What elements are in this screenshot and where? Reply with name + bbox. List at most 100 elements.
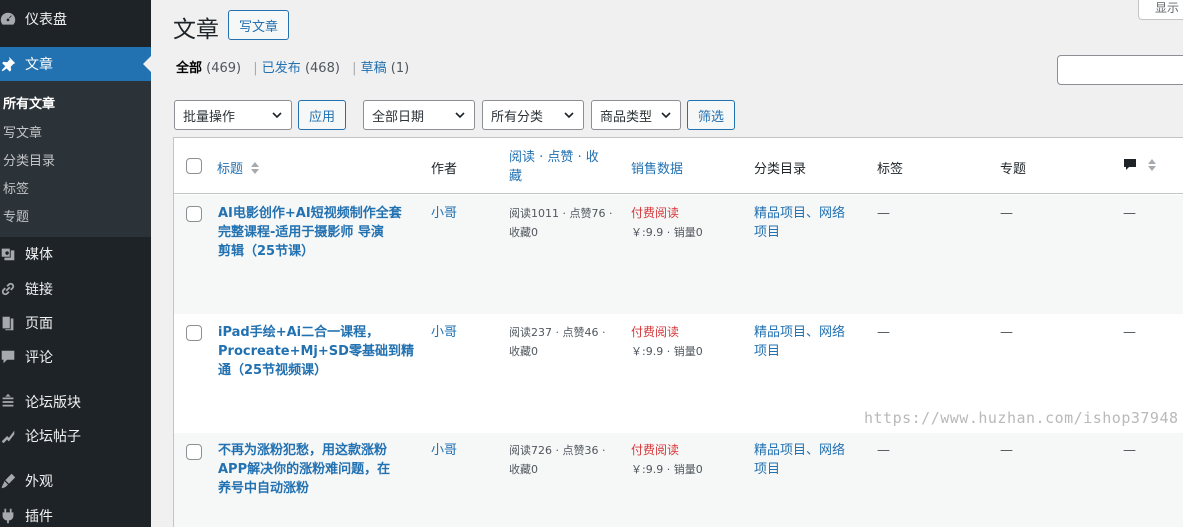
- menu-comments[interactable]: 评论: [0, 340, 151, 374]
- chevron-down-icon: [564, 112, 574, 119]
- column-title[interactable]: 标题: [217, 158, 260, 177]
- table-header: 标题 作者 阅读 · 点赞 · 收 藏 销售数据 分类目录 标签 专题: [174, 138, 1183, 194]
- post-tags: —: [877, 325, 890, 340]
- menu-label: 论坛版块: [25, 395, 81, 411]
- product-type-value: 商品类型: [600, 109, 653, 125]
- post-title-line: Procreate+Mj+SD零基础到精: [218, 344, 414, 359]
- filter-separator: |: [352, 61, 357, 76]
- forum-icon: [0, 392, 18, 412]
- post-sales: 付费阅读 ￥:9.9 · 销量0: [631, 323, 703, 361]
- comment-icon: [1124, 159, 1136, 170]
- post-title-line: 通（25节视频课）: [218, 363, 328, 378]
- filter-published-count: (468): [304, 61, 340, 76]
- row-checkbox[interactable]: [186, 444, 202, 460]
- category-line: 项目: [754, 344, 781, 359]
- menu-label: 论坛帖子: [25, 429, 81, 445]
- post-stats: 阅读726 · 点赞36 · 收藏0: [509, 441, 619, 479]
- date-filter-value: 全部日期: [372, 109, 425, 125]
- appearance-icon: [0, 471, 18, 491]
- filter-separator: |: [253, 61, 258, 76]
- select-all-checkbox[interactable]: [186, 158, 202, 174]
- filter-button[interactable]: 筛选: [687, 100, 735, 130]
- submenu-categories[interactable]: 分类目录: [3, 150, 55, 169]
- post-tags: —: [877, 443, 890, 458]
- paid-read-badge: 付费阅读: [631, 325, 680, 339]
- post-sales: 付费阅读 ￥:9.9 · 销量0: [631, 204, 703, 242]
- paid-read-badge: 付费阅读: [631, 206, 680, 220]
- category-filter-select[interactable]: 所有分类: [482, 100, 584, 130]
- post-comments: —: [1123, 443, 1136, 458]
- column-category: 分类目录: [754, 162, 807, 177]
- column-sales[interactable]: 销售数据: [631, 158, 683, 177]
- menu-plugins[interactable]: 插件: [0, 499, 151, 527]
- table-row: AI电影创作+AI短视频制作全套 完整课程-适用于摄影师 导演 剪辑（25节课）…: [174, 195, 1183, 314]
- link-icon: [0, 279, 18, 299]
- submenu-topics[interactable]: 专题: [3, 206, 29, 225]
- page-title: 文章: [173, 17, 219, 43]
- menu-label: 媒体: [25, 247, 53, 263]
- menu-links[interactable]: 链接: [0, 272, 151, 306]
- posts-table: 标题 作者 阅读 · 点赞 · 收 藏 销售数据 分类目录 标签 专题 AI电影…: [173, 137, 1183, 527]
- comment-icon: [0, 347, 18, 367]
- category-line: 项目: [754, 225, 781, 240]
- post-categories[interactable]: 精品项目、网络 项目: [754, 441, 854, 479]
- table-row: 不再为涨粉犯愁，用这款涨粉 APP解决你的涨粉难问题，在 养号中自动涨粉 小哥 …: [174, 433, 1183, 527]
- post-title-line: 剪辑（25节课）: [218, 244, 315, 259]
- post-author-link[interactable]: 小哥: [431, 204, 457, 223]
- sort-icon: [1148, 159, 1157, 171]
- column-stats[interactable]: 阅读 · 点赞 · 收 藏: [509, 148, 599, 186]
- row-checkbox[interactable]: [186, 206, 202, 222]
- watermark-text: https://www.huzhan.com/ishop37948: [864, 409, 1179, 427]
- media-icon: [0, 244, 18, 264]
- screen-options-button[interactable]: 显示: [1138, 0, 1183, 20]
- menu-posts[interactable]: 文章: [0, 47, 151, 81]
- category-filter-value: 所有分类: [491, 109, 544, 125]
- plugin-icon: [0, 506, 18, 526]
- menu-label: 插件: [25, 509, 53, 525]
- post-title-line: AI电影创作+AI短视频制作全套: [218, 206, 402, 221]
- menu-pages[interactable]: 页面: [0, 306, 151, 340]
- column-comments[interactable]: [1123, 158, 1157, 174]
- submenu-all-posts[interactable]: 所有文章: [3, 93, 55, 112]
- search-input[interactable]: [1057, 55, 1183, 85]
- post-categories[interactable]: 精品项目、网络 项目: [754, 204, 854, 242]
- product-type-select[interactable]: 商品类型: [591, 100, 681, 130]
- dashboard-icon: [0, 9, 18, 29]
- filter-draft[interactable]: 草稿: [361, 61, 387, 76]
- menu-forums[interactable]: 论坛版块: [0, 385, 151, 419]
- apply-button[interactable]: 应用: [298, 100, 346, 130]
- post-author-link[interactable]: 小哥: [431, 323, 457, 342]
- column-title-label: 标题: [217, 162, 244, 177]
- menu-label: 仪表盘: [25, 12, 67, 28]
- menu-label: 外观: [25, 474, 53, 490]
- column-stats-line2: 藏: [509, 169, 523, 184]
- submenu-new-post[interactable]: 写文章: [3, 122, 42, 141]
- menu-dashboard[interactable]: 仪表盘: [0, 2, 151, 36]
- post-title-link[interactable]: iPad手绘+Ai二合一课程， Procreate+Mj+SD零基础到精 通（2…: [218, 323, 416, 380]
- filter-published[interactable]: 已发布: [262, 61, 301, 76]
- topic-icon: [0, 426, 18, 446]
- post-title-line: iPad手绘+Ai二合一课程，: [218, 325, 380, 340]
- bulk-actions-select[interactable]: 批量操作: [174, 100, 292, 130]
- row-checkbox[interactable]: [186, 325, 202, 341]
- sale-price: ￥:9.9 · 销量0: [631, 345, 703, 358]
- post-title-link[interactable]: 不再为涨粉犯愁，用这款涨粉 APP解决你的涨粉难问题，在 养号中自动涨粉: [218, 441, 416, 498]
- menu-topics[interactable]: 论坛帖子: [0, 419, 151, 453]
- post-stats-line: 收藏0: [509, 345, 538, 358]
- post-title-line: 养号中自动涨粉: [218, 481, 310, 496]
- bulk-actions-value: 批量操作: [183, 109, 236, 125]
- post-title-line: 不再为涨粉犯愁，用这款涨粉: [218, 443, 388, 458]
- post-author-link[interactable]: 小哥: [431, 441, 457, 460]
- add-new-post-button[interactable]: 写文章: [228, 10, 289, 40]
- filter-draft-count: (1): [390, 61, 410, 76]
- filter-all[interactable]: 全部: [176, 61, 202, 76]
- menu-media[interactable]: 媒体: [0, 237, 151, 271]
- post-categories[interactable]: 精品项目、网络 项目: [754, 323, 854, 361]
- post-title-link[interactable]: AI电影创作+AI短视频制作全套 完整课程-适用于摄影师 导演 剪辑（25节课）: [218, 204, 416, 261]
- column-topic: 专题: [1000, 162, 1027, 177]
- menu-appearance[interactable]: 外观: [0, 464, 151, 498]
- menu-label: 链接: [25, 282, 53, 298]
- column-tags: 标签: [877, 162, 904, 177]
- submenu-tags[interactable]: 标签: [3, 178, 29, 197]
- date-filter-select[interactable]: 全部日期: [363, 100, 475, 130]
